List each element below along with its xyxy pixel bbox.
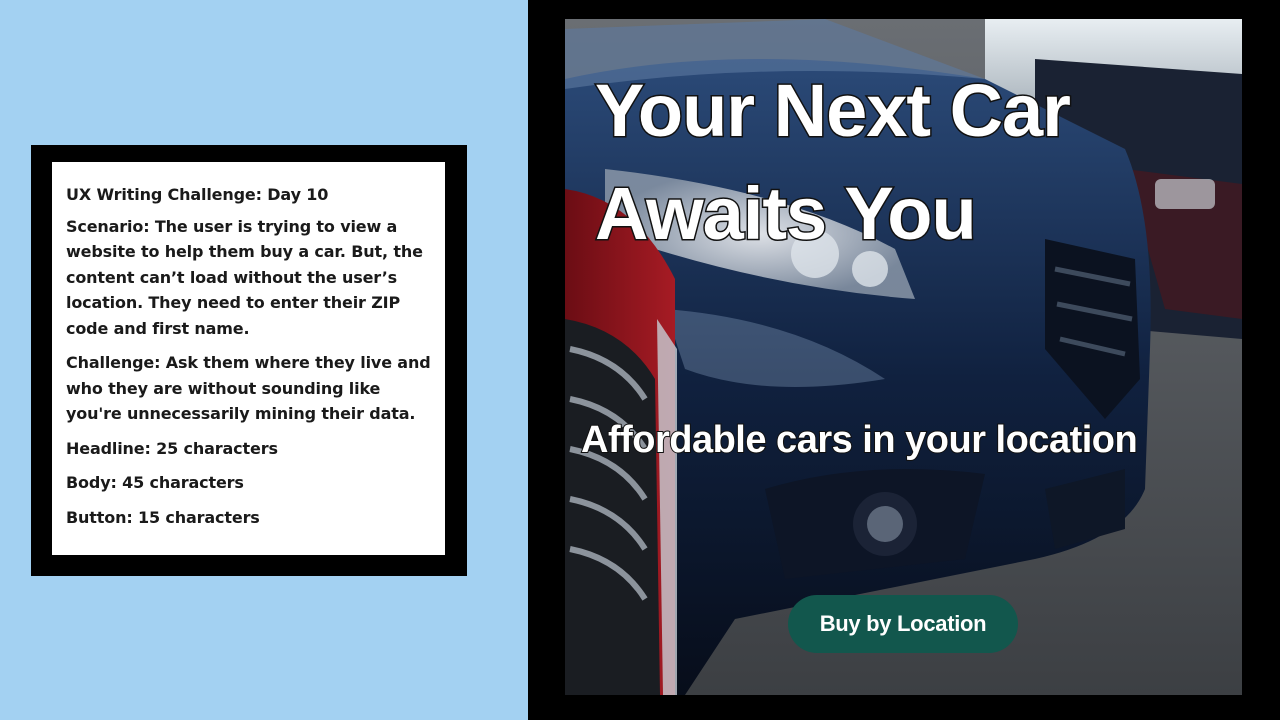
ad-headline: Your Next Car Awaits You (594, 68, 1073, 257)
challenge-task: Challenge: Ask them where they live and … (66, 353, 431, 423)
car-ad-banner: Your Next Car Awaits You Affordable cars… (565, 19, 1242, 695)
button-limit: Button: 15 characters (66, 507, 260, 527)
challenge-scenario: Scenario: The user is trying to view a w… (66, 216, 423, 338)
body-limit: Body: 45 characters (66, 473, 244, 492)
challenge-title: UX Writing Challenge: Day 10 (66, 185, 329, 204)
ad-subheadline: Affordable cars in your location (580, 418, 1139, 462)
challenge-card-frame: UX Writing Challenge: Day 10 Scenario: T… (31, 145, 467, 576)
challenge-card: UX Writing Challenge: Day 10 Scenario: T… (52, 162, 445, 555)
headline-limit: Headline: 25 characters (66, 438, 278, 458)
buy-by-location-button[interactable]: Buy by Location (788, 595, 1018, 653)
